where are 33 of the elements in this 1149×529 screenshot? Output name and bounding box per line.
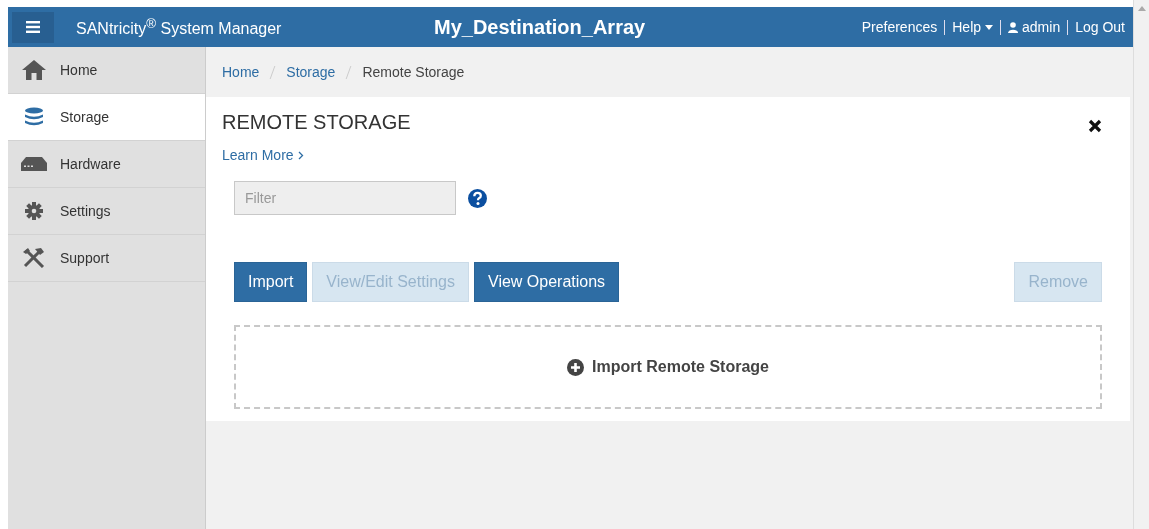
caret-icon <box>985 24 994 30</box>
scrollbar[interactable] <box>1133 0 1149 529</box>
header-link[interactable]: Help <box>952 19 994 35</box>
sidebar-item[interactable]: Settings <box>8 188 205 235</box>
close-icon[interactable] <box>1088 118 1102 133</box>
help-icon[interactable] <box>468 188 487 208</box>
app-title: SANtricity$^{®}$ System Manager <box>76 15 283 39</box>
database-icon <box>24 107 44 127</box>
sidebar-item[interactable]: Hardware <box>8 141 205 188</box>
menu-icon <box>26 21 40 33</box>
header-link[interactable]: Log Out <box>1075 19 1125 35</box>
plus-circle-icon <box>567 358 585 376</box>
breadcrumb-link[interactable]: Home <box>222 64 260 80</box>
user-icon <box>1008 21 1019 33</box>
sidebar-item[interactable]: Storage <box>8 94 205 141</box>
menu-button[interactable] <box>12 11 54 43</box>
breadcrumb-current: Remote Storage <box>362 64 465 80</box>
header-link[interactable]: Preferences <box>861 19 938 35</box>
hardware-icon <box>21 157 47 171</box>
array-name: My_Destination_Array <box>434 15 646 39</box>
chevron-icon <box>297 150 304 160</box>
filter-field[interactable]: Filter <box>234 181 456 215</box>
sidebar-item[interactable]: Support <box>8 235 205 282</box>
import-area[interactable]: Import Remote Storage <box>234 325 1102 409</box>
action-button[interactable]: View Operations <box>474 262 620 302</box>
page-title: REMOTE STORAGE <box>222 111 411 134</box>
gear-icon <box>25 202 43 220</box>
house-icon <box>22 60 46 80</box>
header-link[interactable]: admin <box>1008 19 1061 35</box>
breadcrumb-link[interactable]: Storage <box>286 64 336 80</box>
learn-more-link[interactable]: Learn More <box>222 147 304 163</box>
action-button[interactable]: Import <box>234 262 308 302</box>
tools-icon <box>23 248 45 268</box>
